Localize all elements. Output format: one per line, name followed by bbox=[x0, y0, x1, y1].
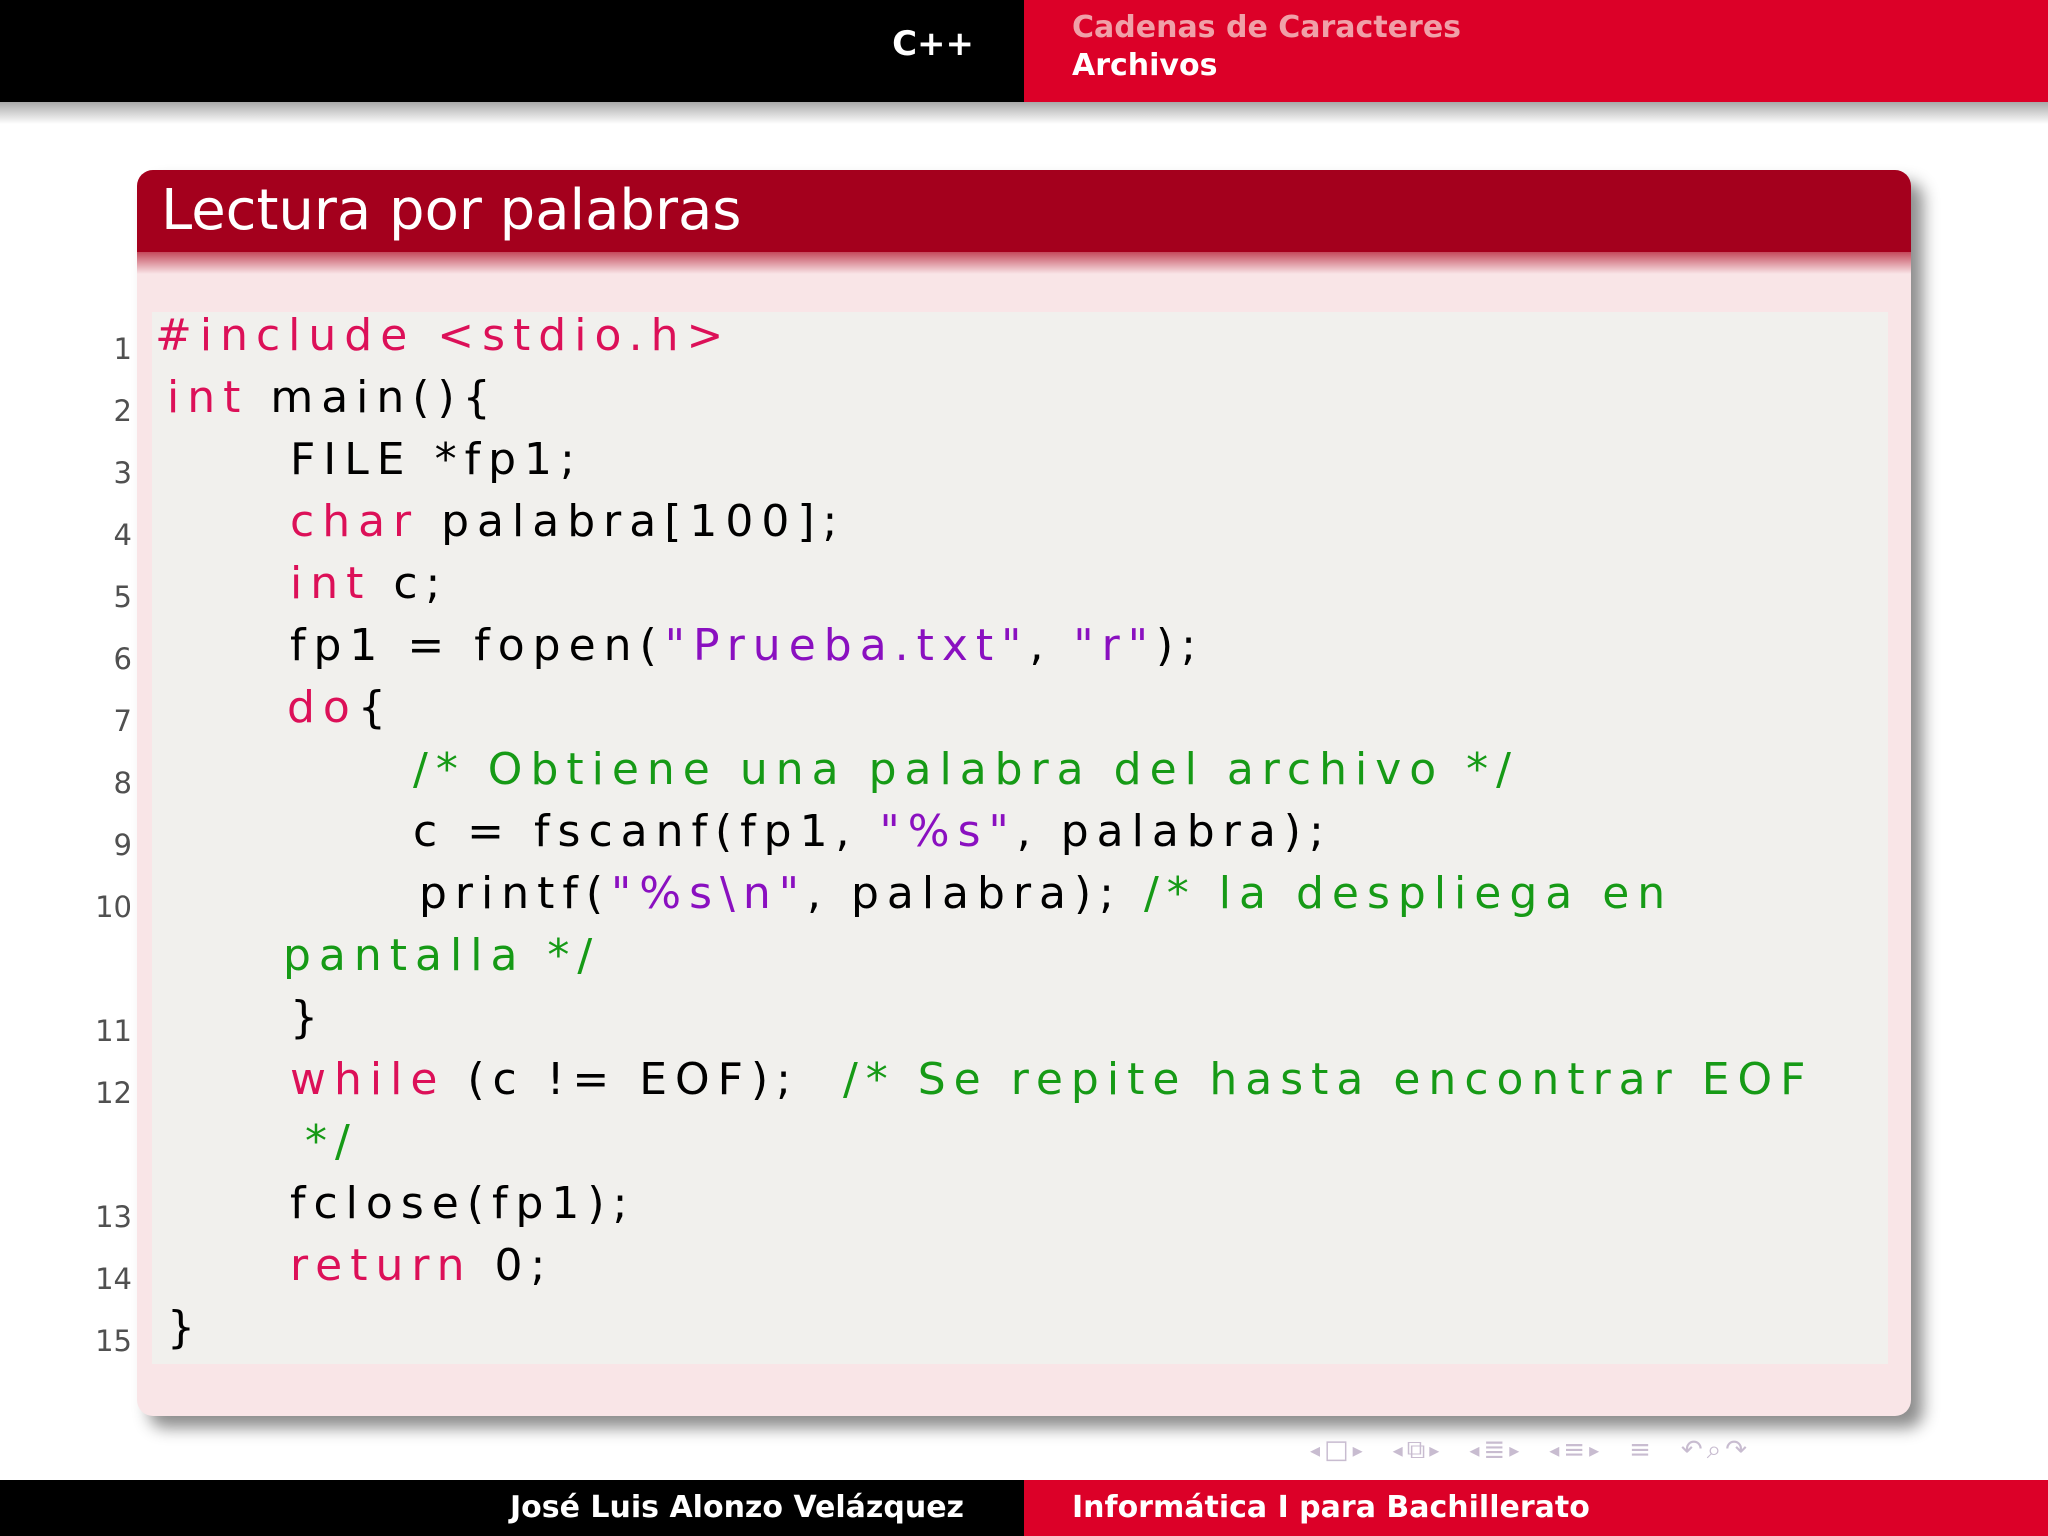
nav-next-subsection-icon[interactable]: ▸ bbox=[1429, 1432, 1439, 1468]
code-token: fp1 = fopen( bbox=[290, 620, 665, 671]
comment-token: /* Se repite hasta encontrar EOF bbox=[842, 1054, 1814, 1105]
search-icon[interactable]: ⌕ bbox=[1707, 1432, 1722, 1468]
section-link-previous[interactable]: Cadenas de Caracteres bbox=[1072, 10, 1461, 45]
nav-prev-section-icon[interactable]: ◂ bbox=[1469, 1432, 1479, 1468]
header-left-panel: C++ bbox=[0, 0, 1024, 102]
comment-token: /* la despliega en bbox=[1143, 868, 1674, 919]
presentation-title: C++ bbox=[892, 24, 974, 64]
line-number: 12 bbox=[95, 1076, 132, 1110]
line-number: 14 bbox=[95, 1262, 132, 1296]
code-line-4: char palabra[100]; bbox=[290, 496, 845, 547]
code-token: , palabra); bbox=[1016, 806, 1332, 857]
code-token: c = fscanf(fp1, bbox=[413, 806, 880, 857]
line-number: 5 bbox=[113, 580, 132, 614]
footer-right-panel: Informática I para Bachillerato bbox=[1024, 1480, 2048, 1536]
keyword-token: while bbox=[290, 1054, 446, 1105]
line-number-gutter: 1 2 3 4 5 6 7 8 9 10 11 12 13 14 15 bbox=[0, 318, 140, 1358]
string-token: "Prueba.txt" bbox=[664, 620, 1030, 671]
beamer-navigation-bar: ◂ □ ▸ ◂ ⧉ ▸ ◂ ≣ ▸ ◂ ≡ ▸ ≡ ↶ ⌕ ↷ bbox=[1310, 1432, 1747, 1468]
code-line-1: #include <stdio.h> bbox=[155, 310, 732, 361]
code-line-13: fclose(fp1); bbox=[290, 1178, 636, 1229]
footer-author: José Luis Alonzo Velázquez bbox=[509, 1490, 964, 1525]
code-token: ); bbox=[1156, 620, 1204, 671]
keyword-token: char bbox=[290, 496, 420, 547]
forward-icon[interactable]: ↷ bbox=[1725, 1432, 1747, 1468]
nav-next-frame-icon[interactable]: ▸ bbox=[1353, 1432, 1363, 1468]
code-token: { bbox=[357, 682, 394, 733]
code-token: palabra[100]; bbox=[419, 496, 846, 547]
line-number: 9 bbox=[113, 828, 132, 862]
header-shadow bbox=[0, 102, 2048, 124]
nav-next-presentation-icon[interactable]: ▸ bbox=[1589, 1432, 1599, 1468]
code-line-6: fp1 = fopen("Prueba.txt", "r"); bbox=[290, 620, 1204, 671]
line-number: 7 bbox=[113, 704, 132, 738]
keyword-token: return bbox=[290, 1240, 473, 1291]
section-icon[interactable]: ≣ bbox=[1483, 1432, 1505, 1468]
code-lines: #include <stdio.h> int main(){ FILE *fp1… bbox=[155, 310, 1905, 1360]
slide-footer: José Luis Alonzo Velázquez Informática I… bbox=[0, 1480, 2048, 1536]
back-icon[interactable]: ↶ bbox=[1681, 1432, 1703, 1468]
line-number: 4 bbox=[113, 518, 132, 552]
footer-course: Informática I para Bachillerato bbox=[1072, 1490, 1590, 1525]
code-line-5: int c; bbox=[290, 558, 448, 609]
code-line-10-continued: pantalla */ bbox=[283, 930, 601, 981]
code-line-8: /* Obtiene una palabra del archivo */ bbox=[413, 744, 1520, 795]
header-right-panel: Cadenas de Caracteres Archivos bbox=[1024, 0, 2048, 102]
code-token: (c != EOF); bbox=[445, 1054, 843, 1105]
block-title-shadow bbox=[137, 252, 1911, 274]
nav-prev-frame-icon[interactable]: ◂ bbox=[1310, 1432, 1320, 1468]
line-number: 2 bbox=[113, 394, 132, 428]
line-number: 11 bbox=[95, 1014, 132, 1048]
keyword-token: int bbox=[290, 558, 372, 609]
code-token: c; bbox=[371, 558, 449, 609]
string-token: "%s" bbox=[879, 806, 1017, 857]
code-token: , bbox=[1029, 620, 1074, 671]
line-number: 13 bbox=[95, 1200, 132, 1234]
line-number: 3 bbox=[113, 456, 132, 490]
subsection-icon[interactable]: ⧉ bbox=[1407, 1432, 1426, 1468]
code-token: main(){ bbox=[248, 372, 499, 423]
nav-prev-presentation-icon[interactable]: ◂ bbox=[1549, 1432, 1559, 1468]
code-token: printf( bbox=[419, 868, 612, 919]
code-line-12-continued: */ bbox=[305, 1116, 358, 1167]
code-line-12: while (c != EOF); /* Se repite hasta enc… bbox=[290, 1054, 1813, 1105]
appendix-icon[interactable]: ≡ bbox=[1629, 1432, 1651, 1468]
nav-prev-subsection-icon[interactable]: ◂ bbox=[1393, 1432, 1403, 1468]
line-number: 8 bbox=[113, 766, 132, 800]
block-title: Lectura por palabras bbox=[161, 178, 742, 243]
section-link-current[interactable]: Archivos bbox=[1072, 48, 1217, 83]
code-token: , palabra); bbox=[806, 868, 1144, 919]
string-token: "r" bbox=[1073, 620, 1156, 671]
keyword-token: do bbox=[287, 682, 358, 733]
frame-icon[interactable]: □ bbox=[1324, 1432, 1349, 1468]
footer-left-panel: José Luis Alonzo Velázquez bbox=[0, 1480, 1024, 1536]
code-line-2: int main(){ bbox=[167, 372, 499, 423]
code-token: 0; bbox=[472, 1240, 554, 1291]
nav-next-section-icon[interactable]: ▸ bbox=[1509, 1432, 1519, 1468]
keyword-token: int bbox=[167, 372, 249, 423]
code-line-11: } bbox=[290, 992, 326, 1043]
code-line-9: c = fscanf(fp1, "%s", palabra); bbox=[413, 806, 1332, 857]
line-number: 1 bbox=[113, 332, 132, 366]
line-number: 10 bbox=[95, 890, 132, 924]
presentation-icon[interactable]: ≡ bbox=[1563, 1432, 1585, 1468]
string-token: "%s\n" bbox=[611, 868, 807, 919]
block-title-bar: Lectura por palabras bbox=[137, 170, 1911, 252]
code-line-14: return 0; bbox=[290, 1240, 553, 1291]
code-line-15: } bbox=[167, 1302, 203, 1353]
code-line-10: printf("%s\n", palabra); /* la despliega… bbox=[419, 868, 1673, 919]
code-line-7: do{ bbox=[287, 682, 394, 733]
slide-header: C++ Cadenas de Caracteres Archivos bbox=[0, 0, 2048, 102]
code-line-3: FILE *fp1; bbox=[290, 434, 583, 485]
line-number: 15 bbox=[95, 1324, 132, 1358]
line-number: 6 bbox=[113, 642, 132, 676]
